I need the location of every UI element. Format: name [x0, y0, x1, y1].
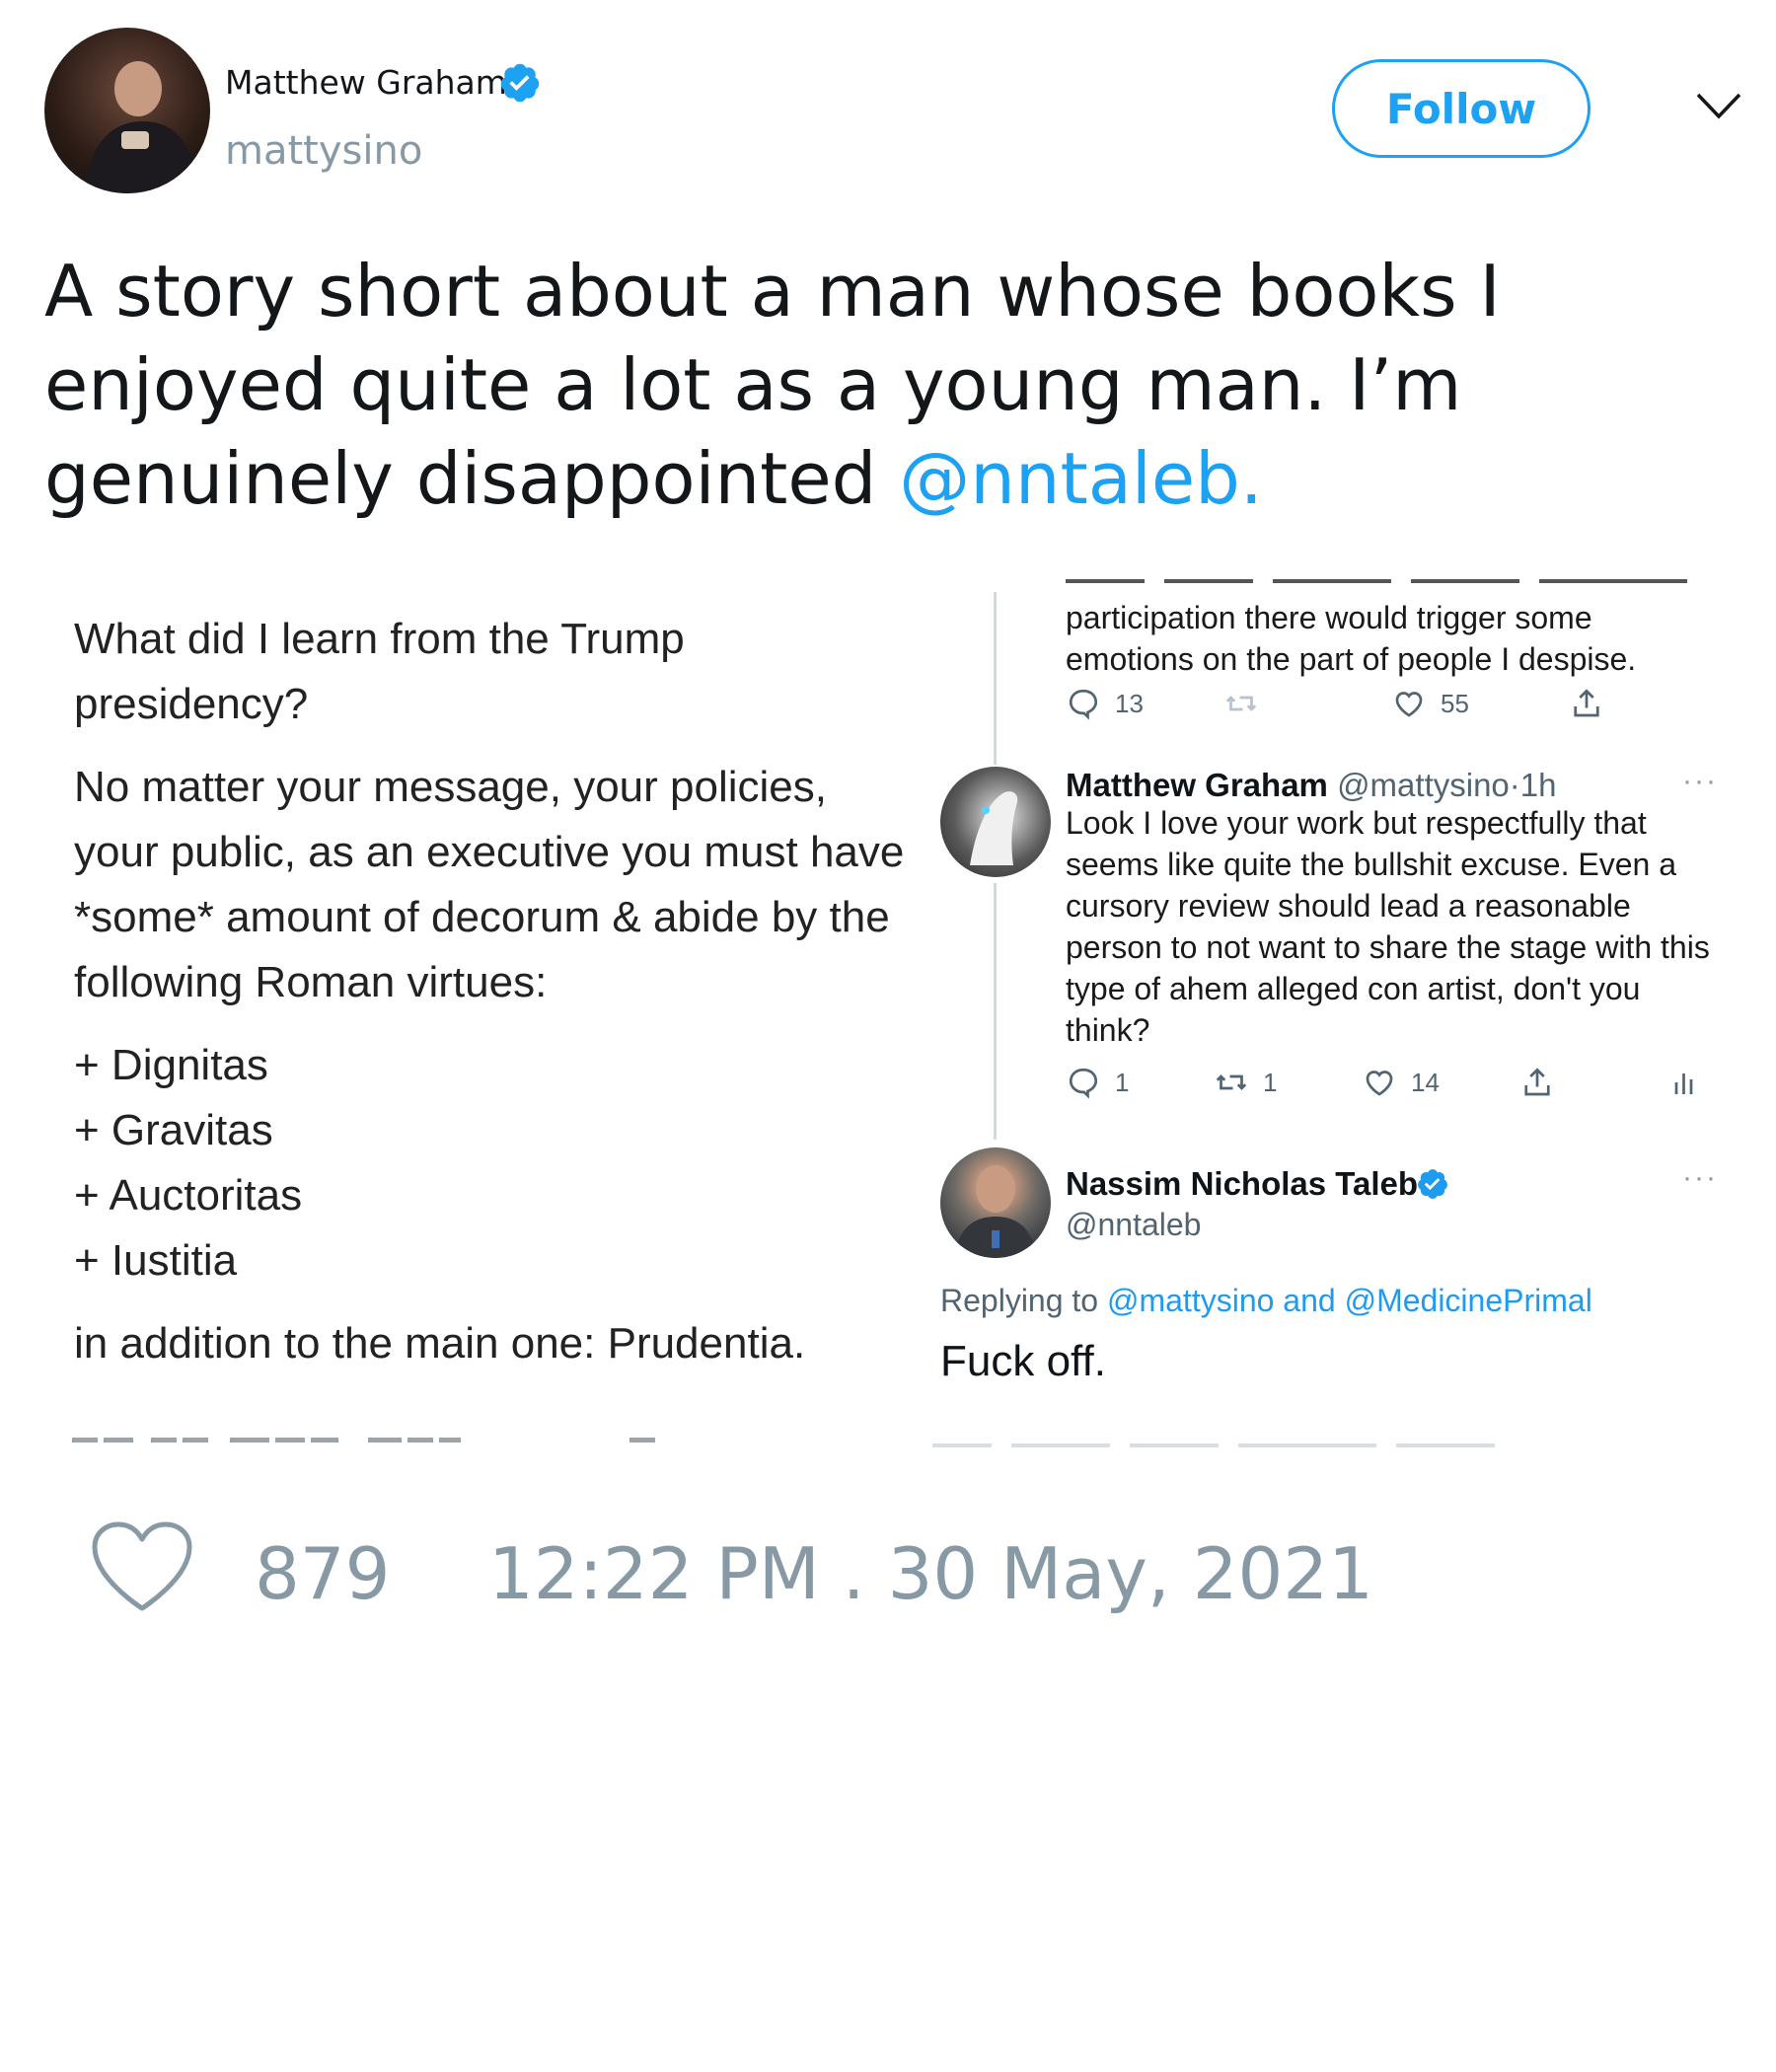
- left-post-question: What did I learn from the Trump presiden…: [74, 615, 685, 728]
- left-post-paragraph: No matter your message, your policies, y…: [74, 763, 905, 1006]
- replying-user-link[interactable]: @mattysino: [1107, 1283, 1274, 1318]
- author-avatar[interactable]: [44, 28, 210, 193]
- like-count: 879: [255, 1532, 391, 1615]
- previous-reply-actions: 13 55: [1066, 686, 1697, 725]
- virtue-item: + Auctoritas: [74, 1171, 303, 1220]
- mg-reply-text: Look I love your work but respectfully t…: [1066, 805, 1710, 1048]
- thread-line: [994, 883, 997, 1140]
- reply-author-name[interactable]: Matthew Graham: [1066, 767, 1328, 803]
- reply-action[interactable]: 1: [1066, 1065, 1129, 1100]
- like-action[interactable]: 14: [1362, 1065, 1440, 1100]
- share-icon: [1524, 1068, 1550, 1096]
- replying-to-line: Replying to @mattysino and @MedicinePrim…: [940, 1283, 1592, 1319]
- share-action[interactable]: [1519, 1065, 1555, 1100]
- share-icon: [1574, 689, 1599, 717]
- follow-button[interactable]: Follow: [1332, 59, 1591, 158]
- heart-icon: [1366, 1071, 1393, 1096]
- left-post-closing: in addition to the main one: Prudentia.: [74, 1319, 806, 1368]
- cropped-text-line: [1066, 579, 1687, 583]
- tweet-timestamp[interactable]: 12:22 PM . 30 May, 2021: [488, 1532, 1373, 1615]
- retweet-icon: [1225, 696, 1257, 711]
- reply-author-name[interactable]: Nassim Nicholas Taleb: [1066, 1165, 1418, 1202]
- embedded-left-post: What did I learn from the Trump presiden…: [74, 607, 913, 1394]
- virtue-item: + Iustitia: [74, 1236, 238, 1285]
- author-handle[interactable]: mattysino: [225, 128, 422, 174]
- verified-badge-icon: [1418, 1169, 1447, 1199]
- reply-author-handle[interactable]: @mattysino: [1337, 767, 1510, 803]
- reply-count: 13: [1115, 688, 1144, 718]
- separator-dot: ·: [1509, 767, 1520, 803]
- analytics-action[interactable]: [1667, 1065, 1703, 1100]
- more-options-icon[interactable]: ···: [1682, 1161, 1718, 1195]
- virtue-item: + Dignitas: [74, 1041, 268, 1089]
- replying-user-link[interactable]: @MedicinePrimal: [1345, 1283, 1592, 1318]
- reply-avatar-mattysino[interactable]: [940, 767, 1051, 877]
- virtue-item: + Gravitas: [74, 1106, 273, 1154]
- heart-icon[interactable]: [89, 1519, 195, 1614]
- like-count: 14: [1411, 1067, 1440, 1097]
- tweet-text-body: A story short about a man whose books I …: [44, 250, 1501, 520]
- cropped-footer-text: [72, 1438, 655, 1443]
- mention-link[interactable]: @nntaleb.: [899, 437, 1263, 520]
- analytics-icon: [1674, 1073, 1693, 1094]
- reply-avatar-nntaleb[interactable]: [940, 1147, 1051, 1258]
- reply-icon: [1069, 1068, 1098, 1099]
- retweet-action[interactable]: [1223, 686, 1259, 721]
- like-count: 55: [1441, 688, 1469, 718]
- nnt-reply-header: Nassim Nicholas Taleb: [1066, 1165, 1418, 1203]
- previous-reply-text: participation there would trigger some e…: [1066, 600, 1637, 677]
- reply-time[interactable]: 1h: [1520, 767, 1557, 803]
- share-action[interactable]: [1569, 686, 1604, 721]
- like-action[interactable]: 55: [1391, 686, 1469, 721]
- virtues-list: + Dignitas + Gravitas + Auctoritas + Ius…: [74, 1033, 913, 1294]
- embedded-screenshot[interactable]: What did I learn from the Trump presiden…: [44, 548, 1732, 1455]
- tweet-text: A story short about a man whose books I …: [44, 245, 1751, 526]
- nnt-reply-text: Fuck off.: [940, 1337, 1106, 1385]
- mg-reply-actions: 1 1 14: [1066, 1065, 1732, 1104]
- retweet-action[interactable]: 1: [1214, 1065, 1277, 1100]
- thread-line: [994, 592, 997, 765]
- mg-reply-header: Matthew Graham @mattysino·1h: [1066, 767, 1557, 804]
- reply-count: 1: [1115, 1067, 1130, 1097]
- cropped-text-line: [932, 1443, 1495, 1447]
- chevron-down-icon[interactable]: [1695, 91, 1742, 120]
- reply-action[interactable]: 13: [1066, 686, 1144, 721]
- heart-icon: [1395, 692, 1423, 717]
- retweet-count: 1: [1263, 1067, 1278, 1097]
- more-options-icon[interactable]: ···: [1682, 765, 1718, 798]
- retweet-icon: [1216, 1074, 1247, 1090]
- reply-author-handle[interactable]: @nntaleb: [1066, 1207, 1201, 1243]
- author-display-name[interactable]: Matthew Graham: [225, 63, 507, 102]
- replying-and: and: [1274, 1283, 1345, 1318]
- replying-prefix: Replying to: [940, 1283, 1107, 1318]
- reply-icon: [1069, 689, 1098, 720]
- verified-badge-icon: [500, 63, 540, 103]
